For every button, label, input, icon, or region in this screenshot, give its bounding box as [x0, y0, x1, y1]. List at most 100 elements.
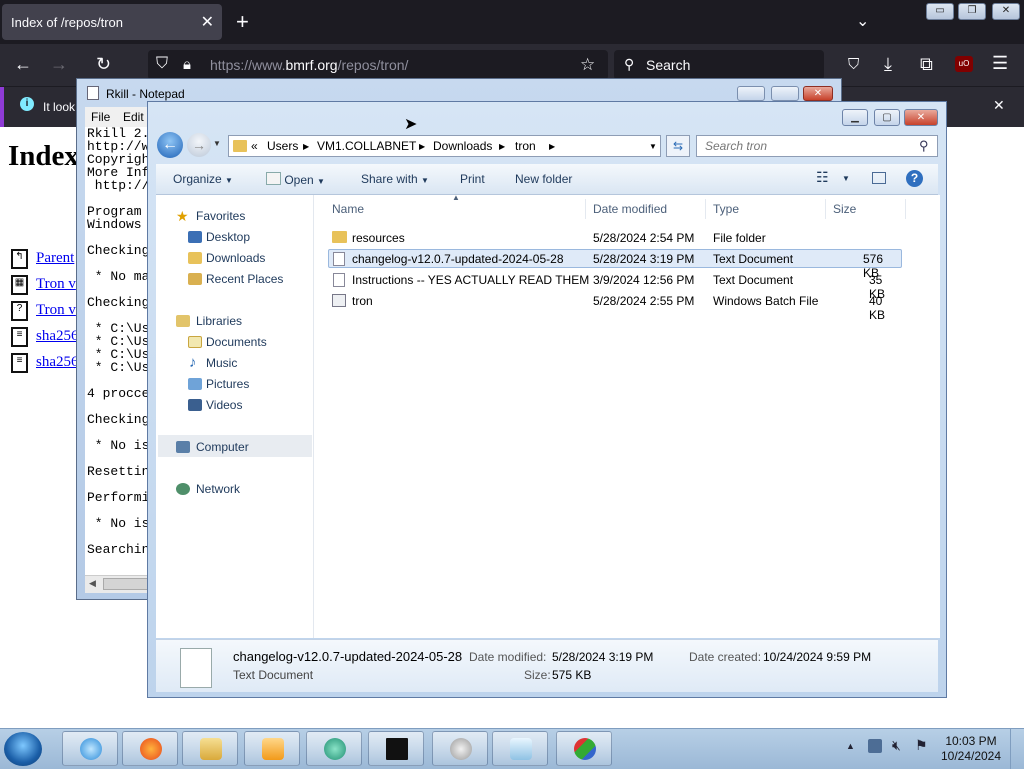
downloads-icon[interactable]: ⤓ — [884, 54, 892, 75]
address-bar[interactable]: « Users ▶ VM1.COLLABNET ▶ Downloads ▶ tr… — [228, 135, 661, 157]
extensions-icon[interactable]: ⧉ — [920, 54, 933, 75]
taskbar-internet-explorer[interactable] — [62, 731, 118, 766]
network-flag-icon[interactable]: ⚑ — [915, 737, 928, 754]
taskbar-explorer[interactable] — [182, 731, 238, 766]
folder-icon — [332, 231, 347, 243]
nav-computer[interactable]: Computer — [196, 440, 249, 454]
file-link[interactable]: sha256 — [36, 354, 79, 371]
restore-icon[interactable]: ❐ — [958, 3, 986, 20]
nav-network[interactable]: Network — [196, 482, 240, 496]
print-button[interactable]: Print — [460, 172, 485, 186]
breadcrumb-downloads[interactable]: Downloads — [433, 139, 492, 153]
file-link[interactable]: Tron v — [36, 276, 76, 293]
close-tab-icon[interactable]: ✕ — [201, 12, 214, 32]
close-icon[interactable]: ✕ — [904, 109, 938, 126]
shield-icon[interactable]: ⛉ — [156, 55, 168, 73]
share-with-button[interactable]: Share with ▼ — [361, 172, 429, 186]
preview-pane-icon[interactable] — [872, 172, 886, 184]
nav-downloads[interactable]: Downloads — [206, 251, 265, 265]
parent-directory-link[interactable]: Parent — [36, 250, 74, 267]
new-tab-icon[interactable]: + — [236, 9, 249, 35]
minimize-icon[interactable]: ▁ — [842, 109, 868, 126]
taskbar-command-prompt[interactable] — [368, 731, 424, 766]
help-icon[interactable]: ? — [906, 170, 923, 187]
breadcrumb-overflow[interactable]: « — [251, 139, 258, 153]
breadcrumb-user[interactable]: VM1.COLLABNET — [317, 139, 416, 153]
column-size[interactable]: Size — [833, 202, 856, 216]
column-name[interactable]: Name — [332, 202, 364, 216]
recent-pages-icon[interactable]: ▼ — [213, 139, 221, 148]
organize-button[interactable]: Organize ▼ — [173, 172, 233, 186]
browser-tab[interactable]: Index of /repos/tron ✕ — [2, 4, 222, 40]
volume-muted-icon[interactable]: 🔇︎ — [892, 737, 901, 754]
file-row[interactable]: Instructions -- YES ACTUALLY READ THEM 3… — [328, 270, 888, 301]
show-hidden-icons[interactable]: ▲ — [846, 741, 855, 751]
chevron-right-icon[interactable]: ▶ — [303, 142, 309, 151]
action-center-icon[interactable] — [868, 739, 882, 753]
nav-libraries[interactable]: Libraries — [196, 314, 242, 328]
forward-icon[interactable]: → — [50, 54, 68, 75]
start-button[interactable] — [4, 732, 42, 766]
folder-icon — [200, 738, 222, 760]
close-notification-icon[interactable]: ✕ — [993, 97, 1005, 114]
taskbar-notepad[interactable] — [492, 731, 548, 766]
maximize-icon[interactable]: ▢ — [874, 109, 900, 126]
breadcrumb-users[interactable]: Users — [267, 139, 298, 153]
column-type[interactable]: Type — [713, 202, 739, 216]
views-icon[interactable]: ☷ — [816, 169, 829, 186]
pocket-icon[interactable]: ⛉ — [848, 56, 859, 73]
taskbar-speedometer-app[interactable] — [432, 731, 488, 766]
nav-videos[interactable]: Videos — [206, 398, 242, 412]
horizontal-scrollbar[interactable]: ◀ — [85, 575, 155, 593]
taskbar-media-player[interactable] — [244, 731, 300, 766]
back-icon[interactable]: ← — [157, 132, 183, 158]
refresh-icon[interactable]: ⇆ — [666, 135, 690, 157]
chevron-right-icon[interactable]: ▶ — [419, 142, 425, 151]
file-row-selected[interactable]: changelog-v12.0.7-updated-2024-05-28 5/2… — [328, 249, 902, 280]
nav-recent-places[interactable]: Recent Places — [206, 272, 283, 286]
nav-desktop[interactable]: Desktop — [206, 230, 250, 244]
column-date-modified[interactable]: Date modified — [593, 202, 667, 216]
maximize-icon[interactable] — [771, 86, 799, 101]
menu-file[interactable]: File — [91, 110, 110, 124]
taskbar-rkill[interactable] — [556, 731, 612, 766]
file-row[interactable]: resources 5/28/2024 2:54 PM File folder — [328, 228, 888, 247]
reload-icon[interactable]: ↻ — [96, 54, 111, 75]
file-link[interactable]: Tron v — [36, 302, 76, 319]
close-window-icon[interactable]: ✕ — [992, 3, 1020, 20]
minimize-icon[interactable]: ▭ — [926, 3, 954, 20]
chevron-right-icon[interactable]: ▶ — [499, 142, 505, 151]
show-desktop-button[interactable] — [1010, 729, 1024, 769]
explorer-window[interactable]: ▁ ▢ ✕ ← → ▼ « Users ▶ VM1.COLLABNET ▶ Do… — [147, 101, 947, 698]
taskbar-app[interactable] — [306, 731, 362, 766]
file-link[interactable]: sha256 — [36, 328, 79, 345]
search-box[interactable]: Search tron ⚲ — [696, 135, 938, 157]
nav-pictures[interactable]: Pictures — [206, 377, 249, 391]
clock[interactable]: 10:03 PM 10/24/2024 — [936, 734, 1006, 764]
menu-icon[interactable]: ☰ — [992, 53, 1008, 74]
open-button[interactable]: Open ▼ — [266, 172, 325, 187]
back-icon[interactable]: ← — [14, 54, 32, 75]
nav-documents[interactable]: Documents — [206, 335, 267, 349]
nav-favorites[interactable]: Favorites — [196, 209, 245, 223]
chevron-right-icon[interactable]: ▶ — [549, 142, 555, 151]
search-bar[interactable]: ⚲ Search — [614, 50, 824, 80]
ublock-icon[interactable]: uO — [955, 56, 973, 72]
nav-music[interactable]: Music — [206, 356, 237, 370]
chevron-down-icon[interactable]: ▼ — [649, 142, 657, 151]
bookmark-star-icon[interactable]: ☆ — [580, 55, 595, 75]
url-bar[interactable]: ⛉ 🔒︎ https://www.bmrf.org/repos/tron/ ☆ — [148, 50, 608, 80]
chevron-down-icon[interactable]: ▼ — [842, 174, 850, 183]
new-folder-button[interactable]: New folder — [515, 172, 572, 186]
taskbar-firefox[interactable] — [122, 731, 178, 766]
list-tabs-icon[interactable]: ⌄ — [856, 11, 869, 31]
breadcrumb-tron[interactable]: tron — [515, 139, 536, 153]
scrollbar-thumb[interactable] — [103, 578, 149, 590]
minimize-icon[interactable] — [737, 86, 765, 101]
scroll-left-icon[interactable]: ◀ — [89, 578, 96, 589]
lock-icon[interactable]: 🔒︎ — [183, 56, 191, 73]
forward-icon[interactable]: → — [187, 133, 211, 157]
file-row[interactable]: tron 5/28/2024 2:55 PM Windows Batch Fil… — [328, 291, 888, 322]
menu-edit[interactable]: Edit — [123, 110, 144, 124]
close-icon[interactable]: ✕ — [803, 86, 833, 101]
